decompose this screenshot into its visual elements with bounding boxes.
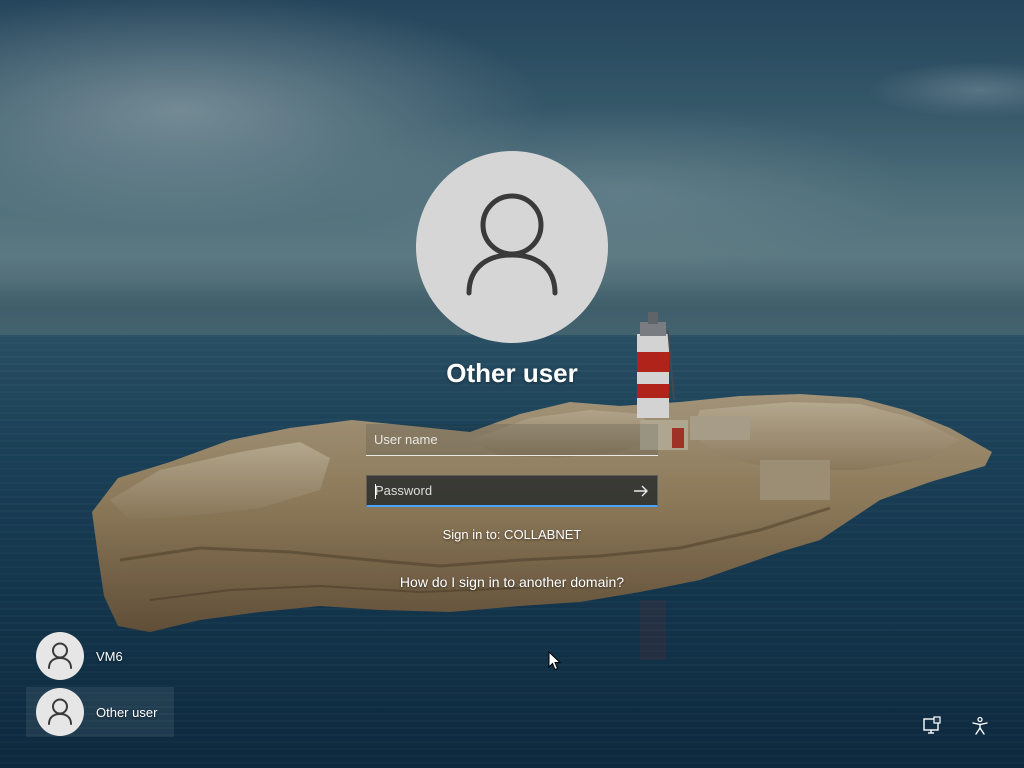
network-icon[interactable]	[920, 714, 944, 738]
user-tile-other-user[interactable]: Other user	[26, 687, 174, 737]
mouse-cursor-icon	[548, 651, 562, 671]
sign-in-domain-text: Sign in to: COLLABNET	[442, 527, 582, 542]
submit-arrow-icon[interactable]	[631, 482, 651, 500]
other-domain-help-link[interactable]: How do I sign in to another domain?	[312, 574, 712, 590]
password-input[interactable]	[367, 476, 657, 505]
user-icon	[48, 642, 72, 669]
user-icon	[466, 193, 558, 296]
user-tile-label: Other user	[96, 704, 158, 720]
text-caret	[375, 484, 376, 499]
user-icon	[48, 698, 72, 725]
user-avatar-large	[416, 151, 608, 343]
user-tile-vm6[interactable]: VM6	[26, 631, 174, 681]
user-tile-label: VM6	[96, 648, 123, 664]
password-field-container	[366, 475, 658, 507]
user-avatar-small	[36, 632, 84, 680]
accessibility-icon[interactable]	[968, 714, 992, 738]
lock-screen: Other user Sign in to: COLLABNET How do …	[0, 0, 1024, 768]
user-title: Other user	[446, 358, 578, 388]
username-input[interactable]	[366, 424, 658, 455]
username-field-container	[366, 424, 658, 456]
user-avatar-small	[36, 688, 84, 736]
